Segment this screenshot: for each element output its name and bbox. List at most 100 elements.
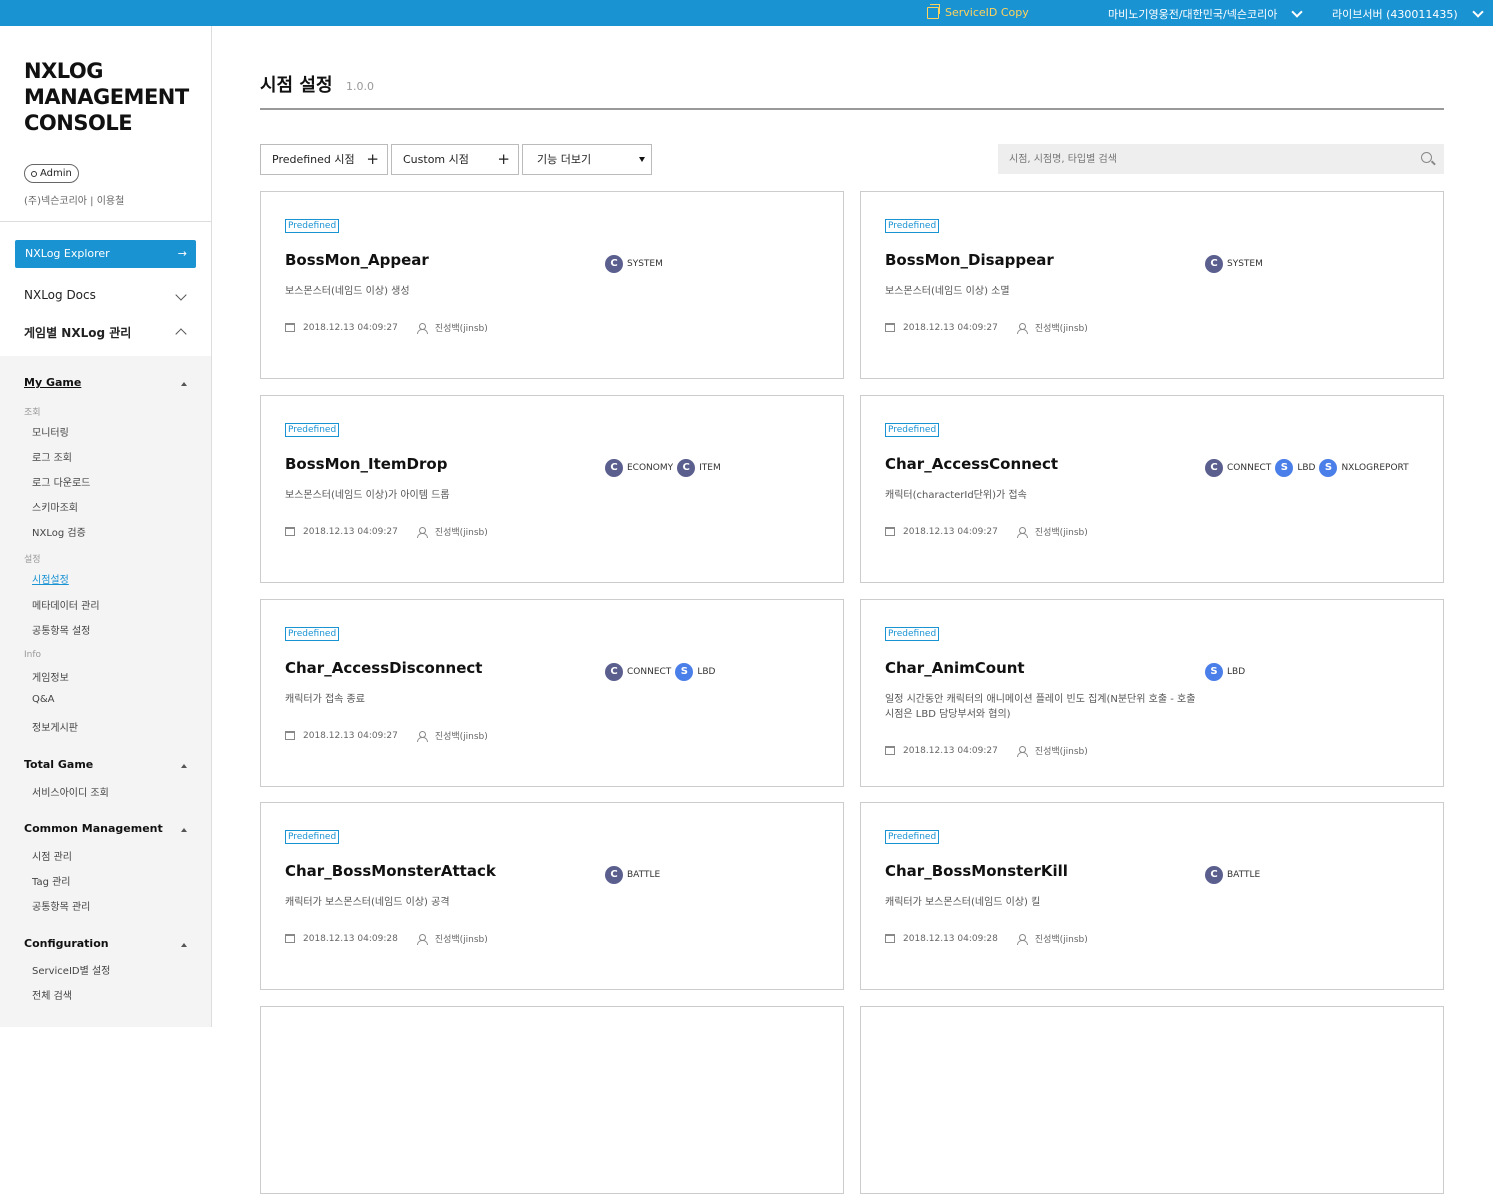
collapse-icon[interactable]: [181, 764, 187, 768]
point-card[interactable]: Predefined Char_AnimCount 일정 시간동안 캐릭터의 애니메…: [860, 599, 1444, 787]
point-name[interactable]: Char_AccessConnect: [885, 455, 1058, 473]
more-features-dropdown[interactable]: 기능 더보기: [522, 144, 652, 175]
add-predefined-button[interactable]: Predefined 시점 +: [260, 144, 388, 175]
point-card[interactable]: Predefined Char_AccessConnect 캐릭터(characte…: [860, 395, 1444, 583]
menu-nxlog-verify[interactable]: NXLog 검증: [32, 524, 86, 539]
point-card[interactable]: Predefined Char_BossMonsterKill 캐릭터가 보스몬스터…: [860, 802, 1444, 990]
explorer-label: NXLog Explorer: [25, 247, 110, 260]
menu-point-settings[interactable]: 시점설정: [32, 571, 69, 586]
tag-label: LBD: [1297, 463, 1316, 473]
point-name[interactable]: Char_BossMonsterAttack: [285, 862, 496, 880]
tag-chip[interactable]: C SYSTEM: [605, 255, 663, 273]
tag-chip[interactable]: S NXLOGREPORT: [1319, 459, 1409, 477]
menu-point-mgmt[interactable]: 시점 관리: [32, 848, 72, 863]
tag-chip[interactable]: C SYSTEM: [1205, 255, 1263, 273]
point-name[interactable]: Char_AnimCount: [885, 659, 1025, 677]
plus-icon: +: [497, 150, 510, 168]
menu-global-search[interactable]: 전체 검색: [32, 987, 72, 1002]
nav-nxlog-docs[interactable]: NXLog Docs: [24, 288, 96, 302]
point-description: 보스몬스터(네임드 이상) 생성: [285, 286, 410, 297]
point-name[interactable]: BossMon_ItemDrop: [285, 455, 447, 473]
point-name[interactable]: Char_BossMonsterKill: [885, 862, 1068, 880]
tag-chip[interactable]: S LBD: [675, 663, 715, 681]
add-custom-button[interactable]: Custom 시점 +: [391, 144, 519, 175]
menu-common-items-mgmt[interactable]: 공통항목 관리: [32, 898, 90, 913]
menu-tag-mgmt[interactable]: Tag 관리: [32, 873, 71, 888]
tag-type-icon: C: [1205, 459, 1223, 477]
menu-log-view[interactable]: 로그 조회: [32, 449, 72, 464]
chevron-up-icon[interactable]: [175, 328, 187, 340]
point-card[interactable]: Predefined BossMon_ItemDrop 보스몬스터(네임드 이상)가…: [260, 395, 844, 583]
tag-label: BATTLE: [627, 870, 661, 880]
point-name[interactable]: BossMon_Appear: [285, 251, 429, 269]
section-total-game[interactable]: Total Game: [24, 758, 93, 771]
point-description: 캐릭터가 보스몬스터(네임드 이상) 공격: [285, 897, 450, 908]
section-common-management[interactable]: Common Management: [24, 822, 163, 835]
author: 진성백(jinsb): [434, 528, 488, 538]
user-icon: [1016, 526, 1028, 538]
tag-chip[interactable]: C BATTLE: [605, 866, 660, 884]
collapse-icon[interactable]: [181, 943, 187, 947]
collapse-icon[interactable]: [181, 382, 187, 386]
game-menu-panel: My Game 조회 모니터링 로그 조회 로그 다운로드 스키마조회 NXLo…: [0, 356, 211, 1027]
point-meta: 2018.12.13 04:09:28 진성백(jinsb): [285, 932, 488, 945]
user-icon: [416, 933, 428, 945]
menu-metadata[interactable]: 메타데이터 관리: [32, 597, 100, 612]
point-card[interactable]: Predefined BossMon_Appear 보스몬스터(네임드 이상) 생성…: [260, 191, 844, 379]
point-name[interactable]: Char_AccessDisconnect: [285, 659, 482, 677]
point-card[interactable]: Predefined Char_AccessDisconnect 캐릭터가 접속 종…: [260, 599, 844, 787]
tag-list: C SYSTEM: [1205, 255, 1425, 273]
tag-type-icon: C: [605, 866, 623, 884]
chevron-down-icon[interactable]: [175, 289, 187, 301]
menu-common-items[interactable]: 공통항목 설정: [32, 622, 90, 637]
menu-monitoring[interactable]: 모니터링: [32, 424, 69, 439]
point-description: 일정 시간동안 캐릭터의 애니메이션 플레이 빈도 집계(N분단위 호출 - 호…: [885, 694, 1196, 720]
tag-chip[interactable]: C ECONOMY: [605, 459, 673, 477]
menu-serviceid-view[interactable]: 서비스아이디 조회: [32, 784, 109, 799]
search-icon[interactable]: [1421, 152, 1432, 163]
serviceid-copy-button[interactable]: ServiceID Copy: [927, 3, 1029, 19]
type-badge: Predefined: [285, 830, 340, 844]
menu-schema-view[interactable]: 스키마조회: [32, 499, 78, 514]
tag-chip[interactable]: S LBD: [1275, 459, 1315, 477]
user-icon: [1016, 933, 1028, 945]
point-name[interactable]: BossMon_Disappear: [885, 251, 1054, 269]
user-icon: [1016, 322, 1028, 334]
type-badge: Predefined: [885, 423, 940, 437]
menu-qa[interactable]: Q&A: [32, 694, 55, 705]
search-input[interactable]: [998, 144, 1398, 174]
logo-line: MANAGEMENT: [24, 85, 189, 109]
tag-type-icon: C: [1205, 255, 1223, 273]
menu-game-info[interactable]: 게임정보: [32, 669, 69, 684]
tag-chip[interactable]: C CONNECT: [1205, 459, 1271, 477]
custom-label: Custom 시점: [403, 153, 469, 166]
server-selector[interactable]: 라이브서버 (430011435): [1332, 6, 1484, 22]
nxlog-explorer-button[interactable]: NXLog Explorer →: [15, 240, 196, 268]
point-card[interactable]: [860, 1006, 1444, 1194]
calendar-icon: [885, 527, 895, 536]
divider: [0, 221, 211, 222]
point-description: 캐릭터(characterId단위)가 접속: [885, 490, 1027, 501]
nav-game-nxlog[interactable]: 게임별 NXLog 관리: [24, 324, 131, 341]
section-my-game[interactable]: My Game: [24, 376, 81, 389]
tag-chip[interactable]: S LBD: [1205, 663, 1245, 681]
tag-chip[interactable]: C ITEM: [677, 459, 721, 477]
menu-log-download[interactable]: 로그 다운로드: [32, 474, 90, 489]
section-configuration[interactable]: Configuration: [24, 937, 109, 950]
tag-label: BATTLE: [1227, 870, 1261, 880]
org-selector[interactable]: 마비노기영웅전/대한민국/넥슨코리아: [1108, 6, 1304, 22]
menu-board[interactable]: 정보게시판: [32, 719, 78, 734]
tag-list: C CONNECT S LBD S NXLOGREPORT: [1205, 459, 1425, 477]
tag-chip[interactable]: C BATTLE: [1205, 866, 1260, 884]
point-card[interactable]: [260, 1006, 844, 1194]
menu-serviceid-settings[interactable]: ServiceID별 설정: [32, 962, 110, 977]
point-description: 캐릭터가 보스몬스터(네임드 이상) 킬: [885, 897, 1041, 908]
collapse-icon[interactable]: [181, 828, 187, 832]
point-card[interactable]: Predefined BossMon_Disappear 보스몬스터(네임드 이상)…: [860, 191, 1444, 379]
created-date: 2018.12.13 04:09:27: [303, 526, 398, 537]
point-card[interactable]: Predefined Char_BossMonsterAttack 캐릭터가 보스몬…: [260, 802, 844, 990]
arrow-right-icon: →: [177, 247, 187, 260]
tag-chip[interactable]: C CONNECT: [605, 663, 671, 681]
user-info: (주)넥슨코리아 | 이용철: [24, 196, 125, 207]
tag-label: NXLOGREPORT: [1341, 463, 1409, 473]
